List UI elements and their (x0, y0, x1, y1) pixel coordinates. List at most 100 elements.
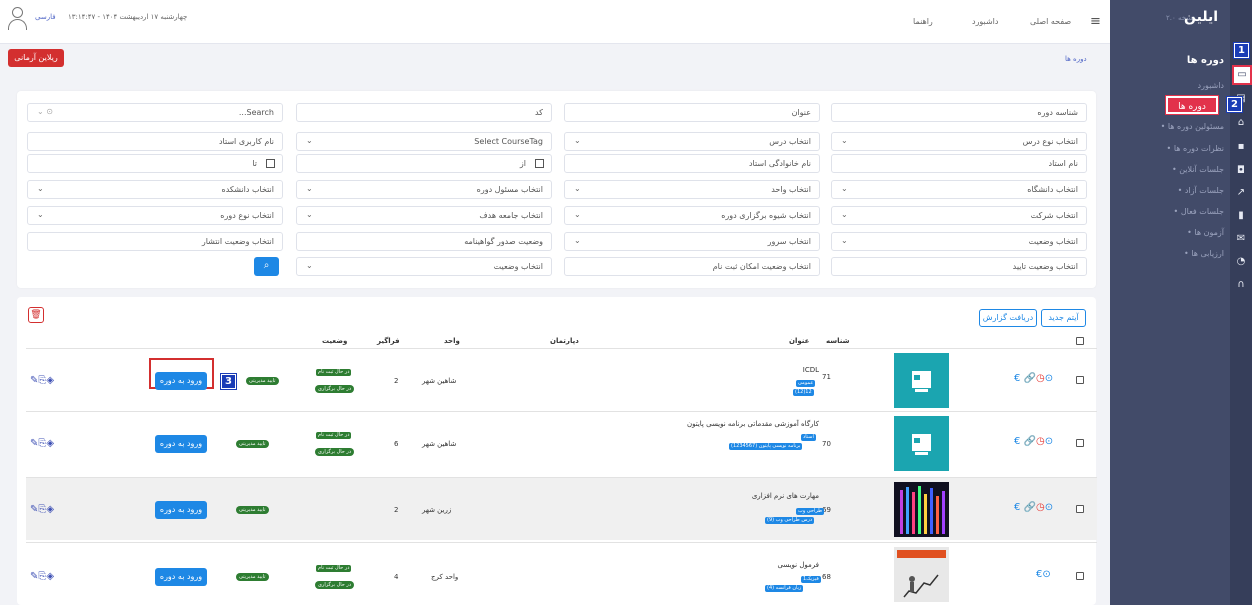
sidebar-item-course-managers[interactable]: • مسئولین دوره ها (1161, 122, 1224, 131)
row-learners: 4 (394, 573, 399, 581)
sidebar-item-evaluations[interactable]: • ارزیابی ها (1184, 249, 1224, 258)
sidebar-item-free-sessions[interactable]: • جلسات آزاد (1178, 186, 1224, 195)
clock-icon[interactable]: ◷ (1036, 436, 1045, 447)
title-input[interactable]: عنوان (564, 103, 820, 122)
layers-icon[interactable]: ◈ (46, 571, 54, 582)
date-to-input[interactable]: تا (27, 154, 283, 173)
new-item-button[interactable]: آیتم جدید (1041, 309, 1086, 327)
status-select[interactable]: انتخاب وضعیت ⌄ (831, 232, 1087, 251)
enter-course-button[interactable]: ورود به دوره (155, 501, 207, 519)
header-unit: واحد (444, 337, 460, 345)
video-icon[interactable]: ◘ (1230, 165, 1252, 176)
approval-badge: تایید مدیریتی (236, 573, 269, 581)
sidebar-item-courses[interactable]: دوره ها (1165, 95, 1219, 115)
language-switch[interactable]: فارسی (35, 13, 56, 21)
row-checkbox[interactable] (1076, 376, 1084, 384)
breadcrumb[interactable]: دوره ها (1065, 55, 1087, 63)
euro-icon[interactable]: € (1014, 502, 1020, 513)
delete-icon[interactable]: 🗑 (28, 307, 44, 323)
sidebar-item-exams[interactable]: • آزمون ها (1187, 228, 1224, 237)
check-circle-icon[interactable]: ⊙ (1045, 502, 1053, 513)
teacher-username-input[interactable]: نام کاربری استاد (27, 132, 283, 151)
course-manager-select[interactable]: انتخاب مسئول دوره ⌄ (296, 180, 552, 199)
row-title[interactable]: ICDL (803, 366, 819, 374)
table-row: € 🔗◷⊙ 69 مهارت های نرم افزاری طراحی وب د… (26, 477, 1097, 540)
lesson-select[interactable]: انتخاب درس ⌄ (564, 132, 820, 151)
sidebar-item-online-sessions[interactable]: • جلسات آنلاین (1172, 165, 1224, 174)
link-icon[interactable]: 🔗 (1024, 373, 1036, 384)
top-red-button[interactable]: ریلاین آرمانی (8, 49, 64, 67)
row-title[interactable]: مهارت های نرم افزاری (752, 492, 819, 500)
card-icon[interactable]: ▪ (1230, 141, 1252, 152)
search-button[interactable]: ⌕ (254, 257, 279, 276)
layers-icon[interactable]: ◈ (46, 375, 54, 386)
registration-status-select[interactable]: انتخاب وضعیت امکان ثبت نام (564, 257, 820, 276)
faculty-select[interactable]: انتخاب دانشکده ⌄ (27, 180, 283, 199)
table-row: € 🔗◷⊙ 70 کارگاه آموزشی مقدماتی برنامه نو… (26, 411, 1097, 474)
search-select[interactable]: ...Search ⌄ ⊙ (27, 103, 283, 122)
link-icon[interactable]: 🔗 (1024, 436, 1036, 447)
check-circle-icon[interactable]: ⊙ (1042, 569, 1050, 580)
nav-help[interactable]: راهنما (913, 17, 933, 26)
file-icon[interactable]: ▮ (1230, 210, 1252, 221)
row-checkbox[interactable] (1076, 505, 1084, 513)
chat-icon[interactable]: ◔ (1230, 256, 1252, 267)
row-checkbox[interactable] (1076, 572, 1084, 580)
company-select[interactable]: انتخاب شرکت ⌄ (831, 206, 1087, 225)
check-circle-icon[interactable]: ⊙ (1045, 373, 1053, 384)
headset-icon[interactable]: ∩ (1230, 279, 1252, 290)
bank-icon[interactable]: ⌂ (1230, 117, 1252, 128)
enter-course-button[interactable]: ورود به دوره (155, 568, 207, 586)
course-type-select[interactable]: انتخاب نوع دوره ⌄ (27, 206, 283, 225)
code-input[interactable]: کد (296, 103, 552, 122)
get-report-button[interactable]: دریافت گزارش (979, 309, 1037, 327)
row-title[interactable]: کارگاه آموزشی مقدماتی برنامه نویسی پایتو… (687, 420, 819, 428)
row-title[interactable]: فرمول نویسی (778, 561, 819, 569)
sidebar-item-dashboard[interactable]: داشبورد (1198, 81, 1224, 90)
datetime: چهارشنبه ۱۷ اردیبهشت ۱۴۰۴ - ۱۳:۱۴:۴۷ (68, 13, 188, 21)
unit-select[interactable]: انتخاب واحد ⌄ (564, 180, 820, 199)
euro-icon[interactable]: € (1014, 373, 1020, 384)
link-icon[interactable]: 🔗 (1024, 502, 1036, 513)
row-left-actions: ✎⎘◈ (30, 504, 54, 515)
lesson-type-select[interactable]: انتخاب نوع درس ⌄ (831, 132, 1087, 151)
hamburger-menu-icon[interactable]: ≡ (1090, 14, 1101, 29)
enter-course-button[interactable]: ورود به دوره (155, 435, 207, 453)
nav-home[interactable]: صفحه اصلی (1030, 17, 1071, 26)
status-badge: در حال ثبت نام (316, 565, 352, 572)
certificate-status-select[interactable]: وضعیت صدور گواهینامه (296, 232, 552, 251)
mail-icon[interactable]: ✉ (1230, 233, 1252, 244)
sidebar-item-active-sessions[interactable]: • جلسات فعال (1174, 207, 1224, 216)
course-tag-select[interactable]: Select CourseTag ⌄ (296, 132, 552, 151)
clock-icon[interactable]: ◷ (1036, 373, 1045, 384)
brand-logo[interactable]: ایلین (1184, 9, 1218, 25)
step-badge-1: 1 (1233, 42, 1250, 59)
teacher-lastname-input[interactable]: نام خانوادگی استاد (564, 154, 820, 173)
row-checkbox[interactable] (1076, 439, 1084, 447)
layers-icon[interactable]: ◈ (46, 438, 54, 449)
university-select[interactable]: انتخاب دانشگاه ⌄ (831, 180, 1087, 199)
server-select[interactable]: انتخاب سرور ⌄ (564, 232, 820, 251)
approval-status-select[interactable]: انتخاب وضعیت تایید (831, 257, 1087, 276)
monitor-icon[interactable]: ▭ (1232, 65, 1252, 85)
select-all-checkbox[interactable] (1076, 337, 1084, 345)
teacher-name-input[interactable]: نام استاد (831, 154, 1087, 173)
delivery-method-select[interactable]: انتخاب شیوه برگزاری دوره ⌄ (564, 206, 820, 225)
approval-badge: تایید مدیریتی (236, 440, 269, 448)
user-avatar-icon[interactable] (8, 7, 27, 33)
target-audience-select[interactable]: انتخاب جامعه هدف ⌄ (296, 206, 552, 225)
publish-status-select[interactable]: انتخاب وضعیت انتشار (27, 232, 283, 251)
layers-icon[interactable]: ◈ (46, 504, 54, 515)
sidebar-item-course-comments[interactable]: • نظرات دوره ها (1167, 144, 1224, 153)
row-left-actions: ✎⎘◈ (30, 375, 54, 386)
enter-course-button[interactable]: ورود به دوره (155, 372, 207, 390)
check-circle-icon[interactable]: ⊙ (1045, 436, 1053, 447)
euro-icon[interactable]: € (1014, 436, 1020, 447)
nav-dashboard[interactable]: داشبورد (972, 17, 998, 26)
row-actions: € 🔗◷⊙ (1014, 373, 1053, 384)
chart-icon[interactable]: ↗ (1230, 187, 1252, 198)
clock-icon[interactable]: ◷ (1036, 502, 1045, 513)
course-id-input[interactable]: شناسه دوره (831, 103, 1087, 122)
state-select[interactable]: انتخاب وضعیت ⌄ (296, 257, 552, 276)
date-from-input[interactable]: از (296, 154, 552, 173)
